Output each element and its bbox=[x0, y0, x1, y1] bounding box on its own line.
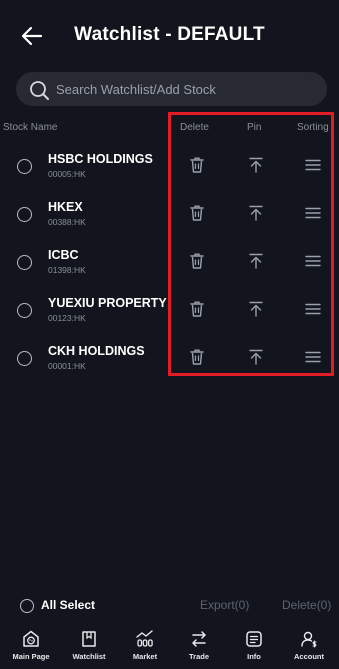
info-icon bbox=[226, 629, 282, 649]
nav-label: Info bbox=[247, 652, 261, 661]
market-icon bbox=[117, 629, 173, 649]
watchlist-screen: Watchlist - DEFAULT Stock Name Delete Pi… bbox=[0, 0, 339, 669]
watchlist-icon bbox=[61, 629, 117, 649]
stock-code: 00005:HK bbox=[48, 169, 86, 179]
export-button[interactable]: Export(0) bbox=[200, 598, 249, 612]
row-select-radio[interactable] bbox=[17, 207, 32, 222]
row-select-radio[interactable] bbox=[17, 351, 32, 366]
stock-code: 00388:HK bbox=[48, 217, 86, 227]
nav-label: Market bbox=[132, 652, 158, 661]
nav-item-main-page[interactable]: Main Page bbox=[3, 626, 59, 669]
selection-bar: All Select Export(0) Delete(0) bbox=[0, 592, 339, 620]
nav-label: Watchlist bbox=[72, 652, 106, 661]
header: Watchlist - DEFAULT bbox=[0, 0, 339, 70]
nav-item-account[interactable]: Account bbox=[281, 626, 337, 669]
nav-item-watchlist[interactable]: Watchlist bbox=[61, 626, 117, 669]
page-title: Watchlist - DEFAULT bbox=[74, 24, 265, 45]
stock-name: YUEXIU PROPERTY bbox=[48, 296, 167, 310]
home-icon bbox=[3, 629, 59, 649]
nav-item-info[interactable]: Info bbox=[226, 626, 282, 669]
nav-item-market[interactable]: Market bbox=[117, 626, 173, 669]
trade-icon bbox=[171, 629, 227, 649]
row-select-radio[interactable] bbox=[17, 255, 32, 270]
delete-button[interactable]: Delete(0) bbox=[282, 598, 331, 612]
stock-code: 00123:HK bbox=[48, 313, 86, 323]
stock-name: HKEX bbox=[48, 200, 83, 214]
nav-item-trade[interactable]: Trade bbox=[171, 626, 227, 669]
search-icon bbox=[28, 79, 50, 101]
select-all-radio[interactable] bbox=[20, 599, 34, 613]
stock-name: HSBC HOLDINGS bbox=[48, 152, 153, 166]
stock-code: 00001:HK bbox=[48, 361, 86, 371]
highlight-box bbox=[168, 112, 334, 376]
nav-label: Trade bbox=[188, 652, 209, 661]
search-input[interactable] bbox=[56, 72, 316, 106]
stock-code: 01398:HK bbox=[48, 265, 86, 275]
nav-label: Main Page bbox=[12, 652, 50, 661]
row-select-radio[interactable] bbox=[17, 159, 32, 174]
nav-label: Account bbox=[294, 652, 324, 661]
stock-name: CKH HOLDINGS bbox=[48, 344, 145, 358]
select-all-label[interactable]: All Select bbox=[41, 598, 95, 612]
column-header-stock-name: Stock Name bbox=[3, 122, 58, 133]
bottom-nav: Main Page Watchlist Market Trade Info Ac… bbox=[0, 626, 339, 669]
search-bar[interactable] bbox=[16, 72, 327, 106]
row-select-radio[interactable] bbox=[17, 303, 32, 318]
stock-name: ICBC bbox=[48, 248, 79, 262]
account-icon bbox=[281, 629, 337, 649]
